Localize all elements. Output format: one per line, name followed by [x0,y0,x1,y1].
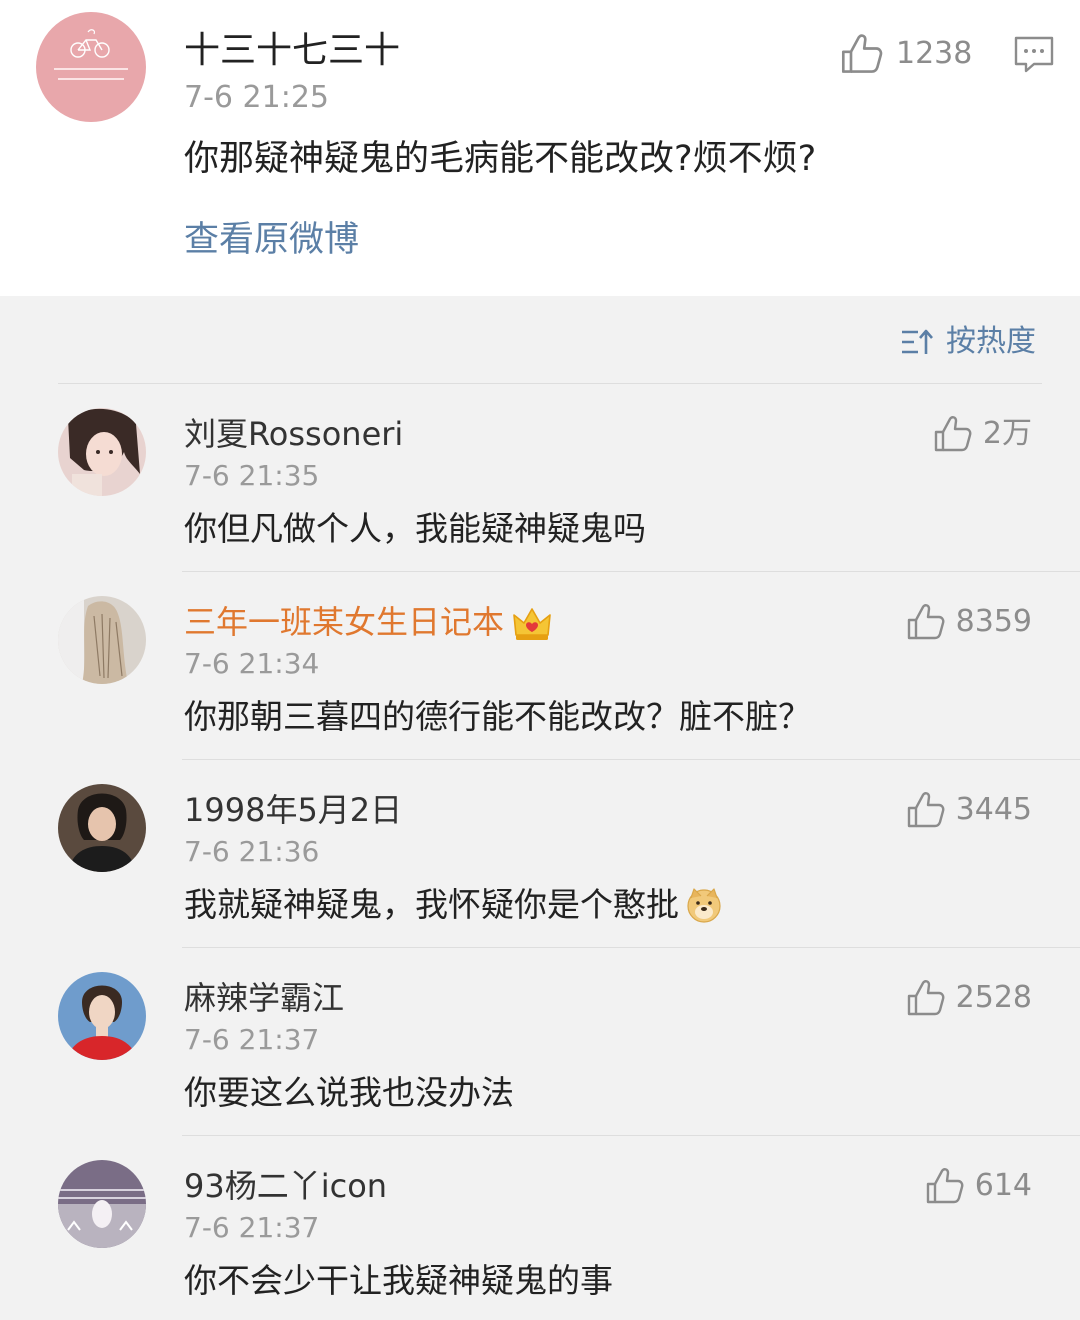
comment-like-button[interactable]: 614 [925,1164,1032,1208]
commenter-name[interactable]: 麻辣学霸江 [184,976,344,1020]
view-original-link[interactable]: 查看原微博 [184,214,359,266]
comment-like-button[interactable]: 2528 [906,976,1032,1020]
avatar-photo [58,972,146,1060]
comment-text: 你要这么说我也没办法 [184,1068,514,1118]
comment-like-button[interactable]: 8359 [906,600,1032,644]
post-like-button[interactable]: 1238 [840,30,972,78]
thumbs-up-icon [933,414,973,454]
avatar-photo [58,1160,146,1248]
comment-like-count: 2万 [982,416,1032,451]
commenter-avatar[interactable] [58,972,146,1060]
comment-like-button[interactable]: 2万 [933,412,1032,456]
post-timestamp: 7-6 21:25 [184,80,329,115]
comment-text: 你那朝三暮四的德行能不能改改？脏不脏？ [184,692,811,742]
crown-icon [513,608,551,640]
comment-timestamp: 7-6 21:34 [184,647,320,680]
post-text: 你那疑神疑鬼的毛病能不能改改?烦不烦? [184,139,817,179]
commenter-name[interactable]: 1998年5月2日 [184,788,402,832]
thumbs-up-icon [925,1166,965,1206]
comment-text: 你但凡做个人，我能疑神疑鬼吗 [184,504,646,554]
comment-like-count: 2528 [955,980,1032,1015]
comment-timestamp: 7-6 21:37 [184,1211,320,1244]
commenter-name[interactable]: 刘夏Rossoneri [184,412,403,456]
comment-item: 麻辣学霸江 7-6 21:37 你要这么说我也没办法 2528 [0,948,1080,1136]
sort-by-hot-button[interactable]: 按热度 [900,320,1036,364]
comment-timestamp: 7-6 21:35 [184,459,320,492]
comment-timestamp: 7-6 21:36 [184,835,320,868]
comment-like-button[interactable]: 3445 [906,788,1032,832]
comment-icon[interactable] [1012,34,1056,74]
sort-icon [902,329,933,354]
commenter-avatar[interactable] [58,784,146,872]
comment-timestamp: 7-6 21:37 [184,1023,320,1056]
comment-text-content: 你但凡做个人，我能疑神疑鬼吗 [184,509,646,548]
thumbs-up-icon [906,602,946,642]
thumbs-up-icon [840,32,884,76]
author-avatar[interactable] [36,12,146,122]
comment-like-count: 614 [974,1168,1032,1203]
comment-like-count: 3445 [955,792,1032,827]
comment-item: 三年一班某女生日记本 7-6 21:34 你那朝三暮四的德行能不能改改？脏不脏？… [0,572,1080,760]
commenter-avatar[interactable] [58,596,146,684]
thumbs-up-icon [906,978,946,1018]
comment-text-content: 你不会少干让我疑神疑鬼的事 [184,1261,613,1300]
doge-emoji [687,888,721,923]
commenter-name-text: 三年一班某女生日记本 [184,603,505,641]
comment-text-content: 你那朝三暮四的德行能不能改改？脏不脏？ [184,697,811,736]
comment-item: 93杨二丫icon 7-6 21:37 你不会少干让我疑神疑鬼的事 614 [0,1136,1080,1320]
commenter-name[interactable]: 三年一班某女生日记本 [184,600,552,644]
bicycle-icon [54,29,128,80]
commenter-avatar[interactable] [58,408,146,496]
thumbs-up-icon [906,790,946,830]
comment-item: 1998年5月2日 7-6 21:36 我就疑神疑鬼，我怀疑你是个憨批 3445 [0,760,1080,948]
comment-text: 我就疑神疑鬼，我怀疑你是个憨批 [184,880,723,930]
commenter-avatar[interactable] [58,1160,146,1248]
post-author-name[interactable]: 十三十七三十 [184,26,400,76]
comment-like-count: 8359 [955,604,1032,639]
comment-text: 你不会少干让我疑神疑鬼的事 [184,1256,613,1306]
comment-item: 刘夏Rossoneri 7-6 21:35 你但凡做个人，我能疑神疑鬼吗 2万 [0,384,1080,572]
original-post: 十三十七三十 7-6 21:25 你那疑神疑鬼的毛病能不能改改?烦不烦? 查看原… [0,0,1080,296]
avatar-photo [58,784,146,872]
comment-text-content: 你要这么说我也没办法 [184,1073,514,1112]
avatar-photo [58,596,146,684]
comment-text-content: 我就疑神疑鬼，我怀疑你是个憨批 [184,885,679,924]
sort-label: 按热度 [946,324,1036,359]
post-like-count: 1238 [896,36,973,71]
avatar-photo [58,408,146,496]
commenter-name[interactable]: 93杨二丫icon [184,1164,387,1208]
